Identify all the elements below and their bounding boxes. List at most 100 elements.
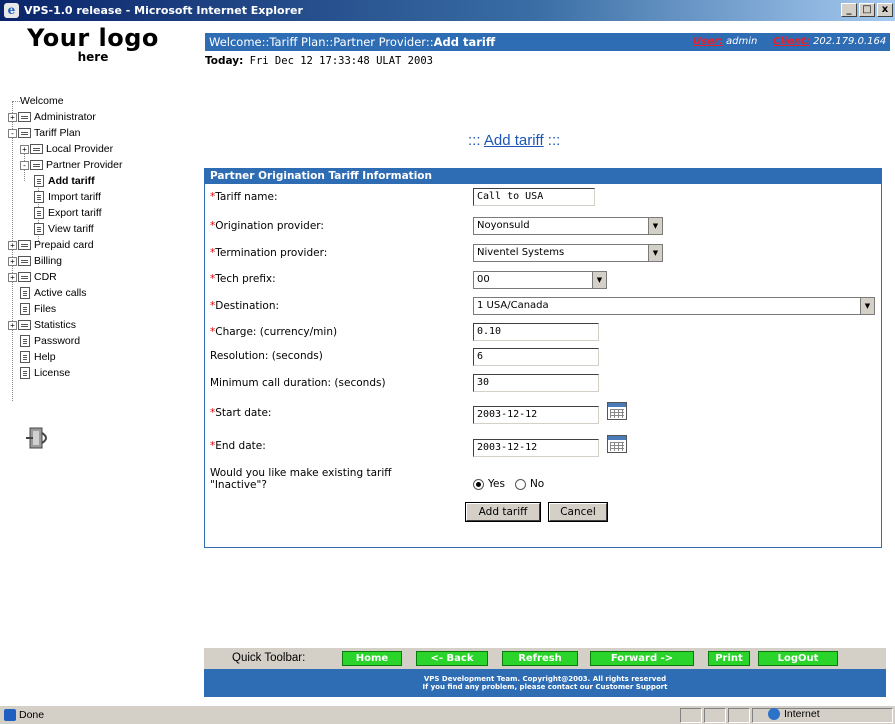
- refresh-button[interactable]: Refresh: [502, 651, 578, 666]
- tree-item-label: Prepaid card: [34, 239, 94, 251]
- expand-icon[interactable]: +: [8, 272, 17, 282]
- tree-item-active-calls[interactable]: Active calls: [20, 285, 87, 301]
- tree-item-local-provider[interactable]: + Local Provider: [20, 141, 113, 157]
- status-segment: [704, 708, 726, 723]
- document-icon: [34, 223, 44, 235]
- forward-button[interactable]: Forward ->: [590, 651, 694, 666]
- label-text: End date:: [215, 440, 266, 452]
- min-duration-input[interactable]: 30: [473, 374, 599, 392]
- add-tariff-button[interactable]: Add tariff: [465, 502, 541, 522]
- tree-item-label: View tariff: [48, 223, 94, 235]
- tree-item-welcome[interactable]: Welcome: [20, 93, 64, 109]
- status-text-area: Done: [4, 709, 44, 721]
- origination-provider-select[interactable]: Noyonsuld ▼: [473, 217, 663, 235]
- tree-item-import-tariff[interactable]: Import tariff: [34, 189, 101, 205]
- charge-input[interactable]: 0.10: [473, 323, 599, 341]
- collapse-icon[interactable]: -: [8, 128, 17, 138]
- inactive-question: Would you like make existing tariff "Ina…: [210, 467, 392, 491]
- tree-item-files[interactable]: Files: [20, 301, 56, 317]
- chevron-down-icon[interactable]: ▼: [592, 272, 606, 288]
- logout-door-icon[interactable]: [24, 425, 54, 451]
- minimize-button[interactable]: _: [841, 3, 857, 17]
- chevron-down-icon[interactable]: ▼: [648, 218, 662, 234]
- calendar-icon[interactable]: [607, 435, 627, 453]
- label-text: Termination provider:: [215, 247, 328, 259]
- charge-label: *Charge: (currency/min): [210, 326, 337, 338]
- internet-globe-icon: [768, 708, 780, 720]
- user-label: User:: [693, 36, 723, 47]
- tree-item-help[interactable]: Help: [20, 349, 56, 365]
- title-suffix: :::: [547, 132, 561, 149]
- expand-icon[interactable]: +: [20, 144, 29, 154]
- expand-icon[interactable]: +: [8, 240, 17, 250]
- origination-provider-label: *Origination provider:: [210, 220, 324, 232]
- termination-provider-select[interactable]: Niventel Systems ▼: [473, 244, 663, 262]
- radio-yes-label: Yes: [488, 478, 505, 490]
- home-button[interactable]: Home: [342, 651, 402, 666]
- tree-item-label: CDR: [34, 271, 57, 283]
- tree-item-statistics[interactable]: + Statistics: [8, 317, 76, 333]
- cancel-button[interactable]: Cancel: [548, 502, 608, 522]
- end-date-input[interactable]: 2003-12-12: [473, 439, 599, 457]
- select-value: Niventel Systems: [477, 247, 565, 258]
- select-value: 1 USA/Canada: [477, 300, 549, 311]
- label-text: Charge: (currency/min): [215, 326, 338, 338]
- close-button[interactable]: x: [877, 3, 893, 17]
- client-label: Client:: [773, 36, 810, 47]
- page-content: Your logo here Welcome + Administrator - T…: [0, 21, 895, 705]
- document-icon: [34, 207, 44, 219]
- expand-icon[interactable]: +: [8, 256, 17, 266]
- tree-item-add-tariff[interactable]: Add tariff: [34, 173, 95, 189]
- tree-item-label: License: [34, 367, 71, 379]
- breadcrumb-current: Add tariff: [433, 35, 496, 49]
- form-heading: Partner Origination Tariff Information: [205, 169, 881, 184]
- maximize-button[interactable]: □: [859, 3, 875, 17]
- quick-toolbar: Quick Toolbar: Home <- Back Refresh Forw…: [204, 648, 886, 669]
- tariff-name-input[interactable]: Call to USA: [473, 188, 595, 206]
- breadcrumb: Welcome::Tariff Plan::Partner Provider::…: [209, 35, 495, 49]
- radio-yes[interactable]: [473, 478, 484, 490]
- tree-item-label: Statistics: [34, 319, 77, 331]
- client-value: 202.179.0.164: [813, 36, 887, 47]
- folder-icon: [18, 272, 31, 282]
- tree-item-tariff-plan[interactable]: - Tariff Plan: [8, 125, 81, 141]
- radio-no[interactable]: [514, 478, 526, 490]
- chevron-down-icon[interactable]: ▼: [648, 245, 662, 261]
- collapse-icon[interactable]: -: [20, 160, 29, 170]
- label-text: Start date:: [215, 407, 272, 419]
- print-button[interactable]: Print: [708, 651, 750, 666]
- tree-item-label: Import tariff: [48, 191, 101, 203]
- window-title: VPS-1.0 release - Microsoft Internet Exp…: [24, 4, 303, 17]
- expand-icon[interactable]: +: [8, 320, 17, 330]
- user-value: admin: [725, 36, 758, 47]
- user-info: User: admin: [693, 36, 757, 47]
- chevron-down-icon[interactable]: ▼: [860, 298, 874, 314]
- today-value: Fri Dec 12 17:33:48 ULAT 2003: [249, 55, 433, 67]
- select-value: Noyonsuld: [477, 220, 530, 231]
- logout-button[interactable]: LogOut: [758, 651, 838, 666]
- tree-item-administrator[interactable]: + Administrator: [8, 109, 96, 125]
- label-text: Destination:: [215, 300, 280, 312]
- tech-prefix-select[interactable]: 00 ▼: [473, 271, 607, 289]
- tree-item-label: Administrator: [34, 111, 96, 123]
- title-link[interactable]: Add tariff: [484, 132, 544, 149]
- resolution-input[interactable]: 6: [473, 348, 599, 366]
- tree-item-billing[interactable]: + Billing: [8, 253, 62, 269]
- tree-item-export-tariff[interactable]: Export tariff: [34, 205, 102, 221]
- start-date-input[interactable]: 2003-12-12: [473, 406, 599, 424]
- tree-item-cdr[interactable]: + CDR: [8, 269, 57, 285]
- breadcrumb-path[interactable]: Welcome::Tariff Plan::Partner Provider::: [209, 35, 434, 49]
- destination-label: *Destination:: [210, 300, 279, 312]
- tree-item-view-tariff[interactable]: View tariff: [34, 221, 94, 237]
- window-titlebar: e VPS-1.0 release - Microsoft Internet E…: [0, 0, 895, 21]
- destination-select[interactable]: 1 USA/Canada ▼: [473, 297, 875, 315]
- calendar-icon[interactable]: [607, 402, 627, 420]
- document-icon: [20, 303, 30, 315]
- tree-item-partner-provider[interactable]: - Partner Provider: [20, 157, 122, 173]
- back-button[interactable]: <- Back: [416, 651, 488, 666]
- tree-item-prepaid-card[interactable]: + Prepaid card: [8, 237, 94, 253]
- expand-icon[interactable]: +: [8, 112, 17, 122]
- tree-item-license[interactable]: License: [20, 365, 70, 381]
- tree-item-password[interactable]: Password: [20, 333, 80, 349]
- today-label: Today:: [205, 55, 244, 67]
